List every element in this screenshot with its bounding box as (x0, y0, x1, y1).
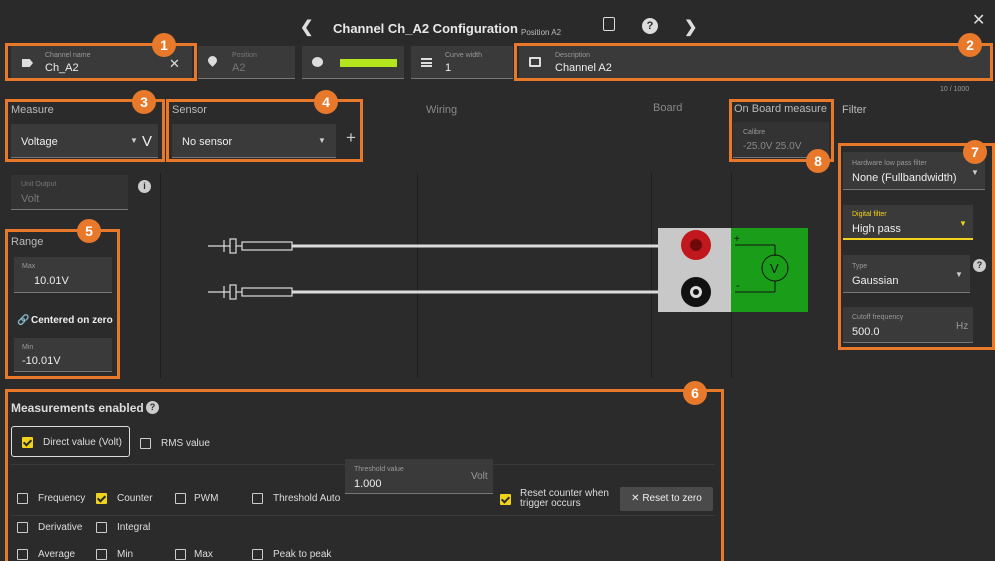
description-counter: 10 / 1000 (940, 86, 970, 93)
position-field: Position A2 (198, 46, 295, 79)
probe-2 (208, 284, 293, 300)
filter-heading: Filter (842, 104, 867, 116)
badge-1: 1 (152, 33, 176, 57)
previous-channel-button[interactable]: ❮ (300, 17, 313, 37)
annotation-box-7 (838, 143, 995, 350)
annotation-box-6 (5, 389, 724, 561)
curve-width-field[interactable]: Curve width 1 (411, 46, 513, 79)
close-icon[interactable]: ✕ (972, 10, 985, 30)
badge-4: 4 (314, 90, 338, 114)
annotation-box-2 (514, 43, 993, 81)
wiring-heading: Wiring (426, 104, 458, 116)
next-channel-button[interactable]: ❯ (684, 17, 697, 37)
minus-sign: - (736, 280, 740, 292)
color-swatch[interactable] (340, 59, 397, 67)
badge-5: 5 (77, 219, 101, 243)
voltmeter-symbol: V (770, 261, 779, 276)
badge-6: 6 (683, 381, 707, 405)
dialog-title: Channel Ch_A2 Configuration (333, 21, 518, 36)
help-icon[interactable]: ? (642, 18, 658, 34)
position-label: Position (232, 52, 257, 59)
curve-width-label: Curve width (445, 52, 482, 59)
line-weight-icon (421, 58, 432, 67)
board-heading: Board (653, 102, 683, 114)
copy-icon[interactable] (603, 17, 615, 31)
location-pin-icon (206, 54, 219, 67)
position-subtitle: Position A2 (521, 28, 562, 37)
position-value: A2 (232, 62, 246, 74)
divider (160, 173, 161, 378)
plus-sign: + (734, 234, 740, 245)
badge-2: 2 (958, 33, 982, 57)
badge-7: 7 (963, 140, 987, 164)
annotation-box-5 (5, 229, 120, 379)
unit-output-label: Unit Output (21, 181, 57, 188)
badge-3: 3 (132, 90, 156, 114)
unit-output-value: Volt (21, 193, 40, 205)
probe-1 (208, 238, 293, 254)
color-field[interactable] (302, 46, 404, 79)
info-icon[interactable]: i (138, 180, 151, 193)
badge-8: 8 (806, 149, 830, 173)
palette-icon (312, 57, 323, 67)
wiring-diagram: V + - (208, 228, 808, 312)
curve-width-value[interactable]: 1 (445, 62, 451, 74)
unit-output-field: Unit Output Volt (11, 175, 128, 210)
